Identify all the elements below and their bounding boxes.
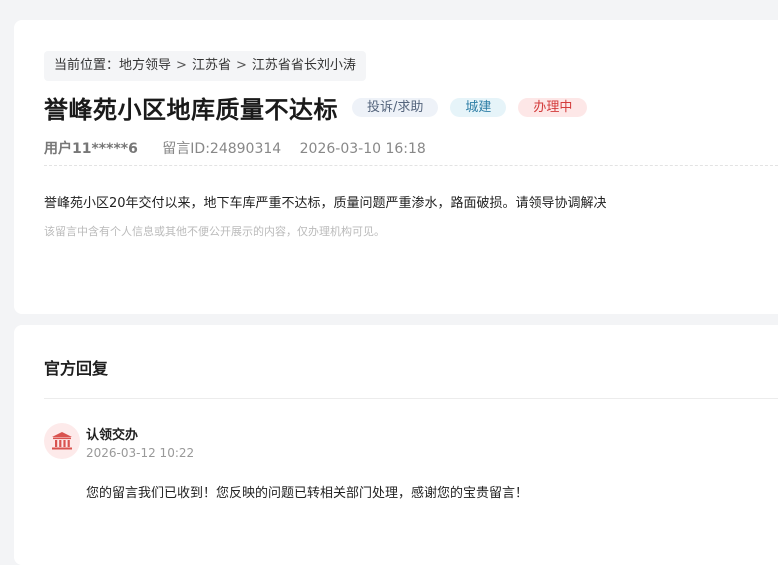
divider — [44, 398, 778, 399]
breadcrumb-link-governor[interactable]: 江苏省省长刘小涛 — [252, 58, 356, 73]
category-badge: 城建 — [450, 98, 507, 117]
breadcrumb: 当前位置：地方领导 > 江苏省 > 江苏省省长刘小涛 — [44, 51, 366, 81]
reply-card: 官方回复 认领交办 2026-03-12 10:22 您的留言我们已收到！您反映… — [14, 325, 778, 565]
reply-content: 您的留言我们已收到！您反映的问题已转相关部门处理，感谢您的宝贵留言！ — [86, 486, 529, 501]
type-badge: 投诉/求助 — [352, 98, 439, 117]
post-meta: 用户11*****6 留言ID:24890314 2026-03-10 16:1… — [44, 138, 426, 158]
breadcrumb-separator: > — [235, 58, 247, 73]
reply-datetime: 2026-03-12 10:22 — [86, 446, 195, 460]
page-title: 誉峰苑小区地库质量不达标 — [44, 96, 338, 124]
author-name: 用户11*****6 — [44, 141, 138, 157]
breadcrumb-link-local-leaders[interactable]: 地方领导 — [119, 58, 171, 73]
title-row: 誉峰苑小区地库质量不达标 投诉/求助 城建 办理中 — [44, 90, 599, 125]
breadcrumb-link-province[interactable]: 江苏省 — [192, 58, 231, 73]
breadcrumb-prefix: 当前位置： — [54, 58, 120, 73]
message-content: 誉峰苑小区20年交付以来，地下车库严重不达标，质量问题严重渗水，路面破损。请领导… — [44, 196, 607, 211]
divider — [44, 165, 778, 166]
government-building-icon — [44, 423, 80, 459]
post-datetime: 2026-03-10 16:18 — [299, 141, 426, 157]
message-id: 留言ID:24890314 — [162, 141, 282, 157]
breadcrumb-separator: > — [176, 58, 187, 73]
reply-author: 认领交办 — [86, 428, 139, 443]
message-card: 当前位置：地方领导 > 江苏省 > 江苏省省长刘小涛 誉峰苑小区地库质量不达标 投诉/求… — [14, 20, 778, 314]
reply-section-title: 官方回复 — [44, 359, 109, 378]
status-badge: 办理中 — [518, 98, 588, 117]
privacy-notice: 该留言中含有个人信息或其他不便公开展示的内容，仅办理机构可见。 — [44, 225, 385, 238]
